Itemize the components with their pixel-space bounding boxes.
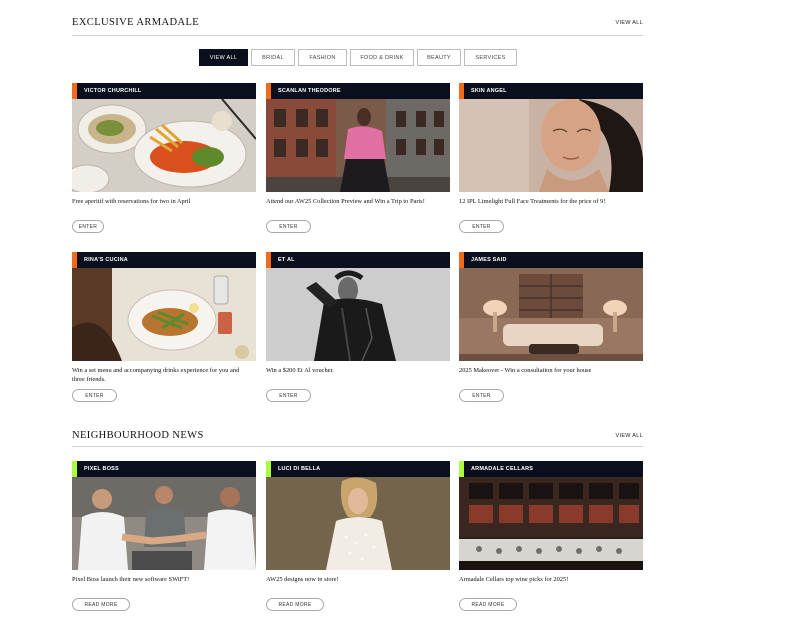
section-divider: [72, 35, 643, 36]
card-offer-text: Win a $200 Et Al voucher.: [266, 367, 334, 374]
beauty-portrait-image[interactable]: [459, 99, 643, 192]
card-accent-bar: [266, 461, 271, 477]
card-brand-name: VICTOR CHURCHILL: [84, 87, 142, 94]
card-offer-text: Attend our AW25 Collection Preview and W…: [266, 198, 425, 205]
exclusive-section-header: EXCLUSIVE ARMADALE VIEW ALL: [72, 17, 643, 31]
filter-fashion[interactable]: FASHION: [298, 49, 347, 66]
card-accent-bar: [72, 252, 77, 268]
view-all-link-news[interactable]: VIEW ALL: [616, 433, 643, 439]
news-card: ARMADALE CELLARS Armadale Cellars top wi…: [459, 461, 643, 616]
card-brand-name: SKIN ANGEL: [471, 87, 507, 94]
card-brand-name: JAMES SAID: [471, 256, 507, 263]
offer-card: ET AL Win a $200 Et Al voucher. ENTER: [266, 252, 450, 407]
food-plate-image[interactable]: [72, 99, 256, 192]
card-accent-bar: [459, 461, 464, 477]
wine-cellar-image[interactable]: [459, 477, 643, 570]
enter-button[interactable]: ENTER: [72, 389, 117, 402]
card-brand-name: RINA'S CUCINA: [84, 256, 128, 263]
filter-beauty[interactable]: BEAUTY: [417, 49, 461, 66]
read-more-button[interactable]: READ MORE: [72, 598, 130, 611]
section-title-exclusive: EXCLUSIVE ARMADALE: [72, 17, 200, 28]
offer-card: SCANLAN THEODORE Attend our AW25 Collect…: [266, 83, 450, 238]
read-more-button[interactable]: READ MORE: [266, 598, 324, 611]
card-offer-text: 2025 Makeover - Win a consultation for y…: [459, 367, 592, 374]
card-header: RINA'S CUCINA: [72, 252, 256, 268]
card-news-text: Pixel Boss launch their new software SWi…: [72, 576, 190, 583]
filter-food-drink[interactable]: FOOD & DRINK: [350, 49, 414, 66]
category-filters: VIEW ALL BRIDAL FASHION FOOD & DRINK BEA…: [199, 49, 517, 66]
offer-card: JAMES SAID 2025 Makeover - Win a consult…: [459, 252, 643, 407]
card-accent-bar: [266, 83, 271, 99]
card-header: SCANLAN THEODORE: [266, 83, 450, 99]
enter-button[interactable]: ENTER: [459, 389, 504, 402]
section-title-news: NEIGHBOURHOOD NEWS: [72, 430, 204, 441]
card-news-text: AW25 designs now in store!: [266, 576, 339, 583]
enter-button[interactable]: ENTER: [459, 220, 504, 233]
card-header: LUCI DI BELLA: [266, 461, 450, 477]
card-header: ET AL: [266, 252, 450, 268]
card-header: SKIN ANGEL: [459, 83, 643, 99]
enter-button[interactable]: ENTER: [72, 220, 104, 233]
business-handshake-image[interactable]: [72, 477, 256, 570]
offer-card: VICTOR CHURCHILL Free aperitif with rese…: [72, 83, 256, 238]
card-header: ARMADALE CELLARS: [459, 461, 643, 477]
card-accent-bar: [72, 461, 77, 477]
enter-button[interactable]: ENTER: [266, 220, 311, 233]
offer-card: SKIN ANGEL 12 IPL Limelight Full Face Tr…: [459, 83, 643, 238]
dinner-table-image[interactable]: [72, 268, 256, 361]
offer-card: RINA'S CUCINA Win a set menu and accompa…: [72, 252, 256, 407]
filter-services[interactable]: SERVICES: [464, 49, 517, 66]
card-brand-name: LUCI DI BELLA: [278, 465, 321, 472]
card-brand-name: PIXEL BOSS: [84, 465, 119, 472]
card-brand-name: ET AL: [278, 256, 295, 263]
card-header: JAMES SAID: [459, 252, 643, 268]
card-offer-text: Win a set menu and accompanying drinks e…: [72, 367, 240, 383]
bridal-fashion-image[interactable]: [266, 477, 450, 570]
section-divider: [72, 446, 643, 447]
news-card: LUCI DI BELLA AW25 designs now in store!…: [266, 461, 450, 616]
card-offer-text: 12 IPL Limelight Full Face Treatments fo…: [459, 198, 606, 205]
menswear-model-image[interactable]: [266, 268, 450, 361]
card-header: VICTOR CHURCHILL: [72, 83, 256, 99]
card-accent-bar: [266, 252, 271, 268]
read-more-button[interactable]: READ MORE: [459, 598, 517, 611]
enter-button[interactable]: ENTER: [266, 389, 311, 402]
filter-view-all[interactable]: VIEW ALL: [199, 49, 248, 66]
card-header: PIXEL BOSS: [72, 461, 256, 477]
news-section-header: NEIGHBOURHOOD NEWS VIEW ALL: [72, 430, 643, 444]
card-news-text: Armadale Cellars top wine picks for 2025…: [459, 576, 569, 583]
card-brand-name: SCANLAN THEODORE: [278, 87, 341, 94]
filter-bridal[interactable]: BRIDAL: [251, 49, 295, 66]
card-accent-bar: [72, 83, 77, 99]
living-room-interior-image[interactable]: [459, 268, 643, 361]
view-all-link-exclusive[interactable]: VIEW ALL: [616, 20, 643, 26]
card-offer-text: Free aperitif with reservations for two …: [72, 198, 191, 205]
card-brand-name: ARMADALE CELLARS: [471, 465, 534, 472]
card-accent-bar: [459, 252, 464, 268]
card-accent-bar: [459, 83, 464, 99]
news-card: PIXEL BOSS Pixel Boss launch their new s…: [72, 461, 256, 616]
fashion-model-image[interactable]: [266, 99, 450, 192]
